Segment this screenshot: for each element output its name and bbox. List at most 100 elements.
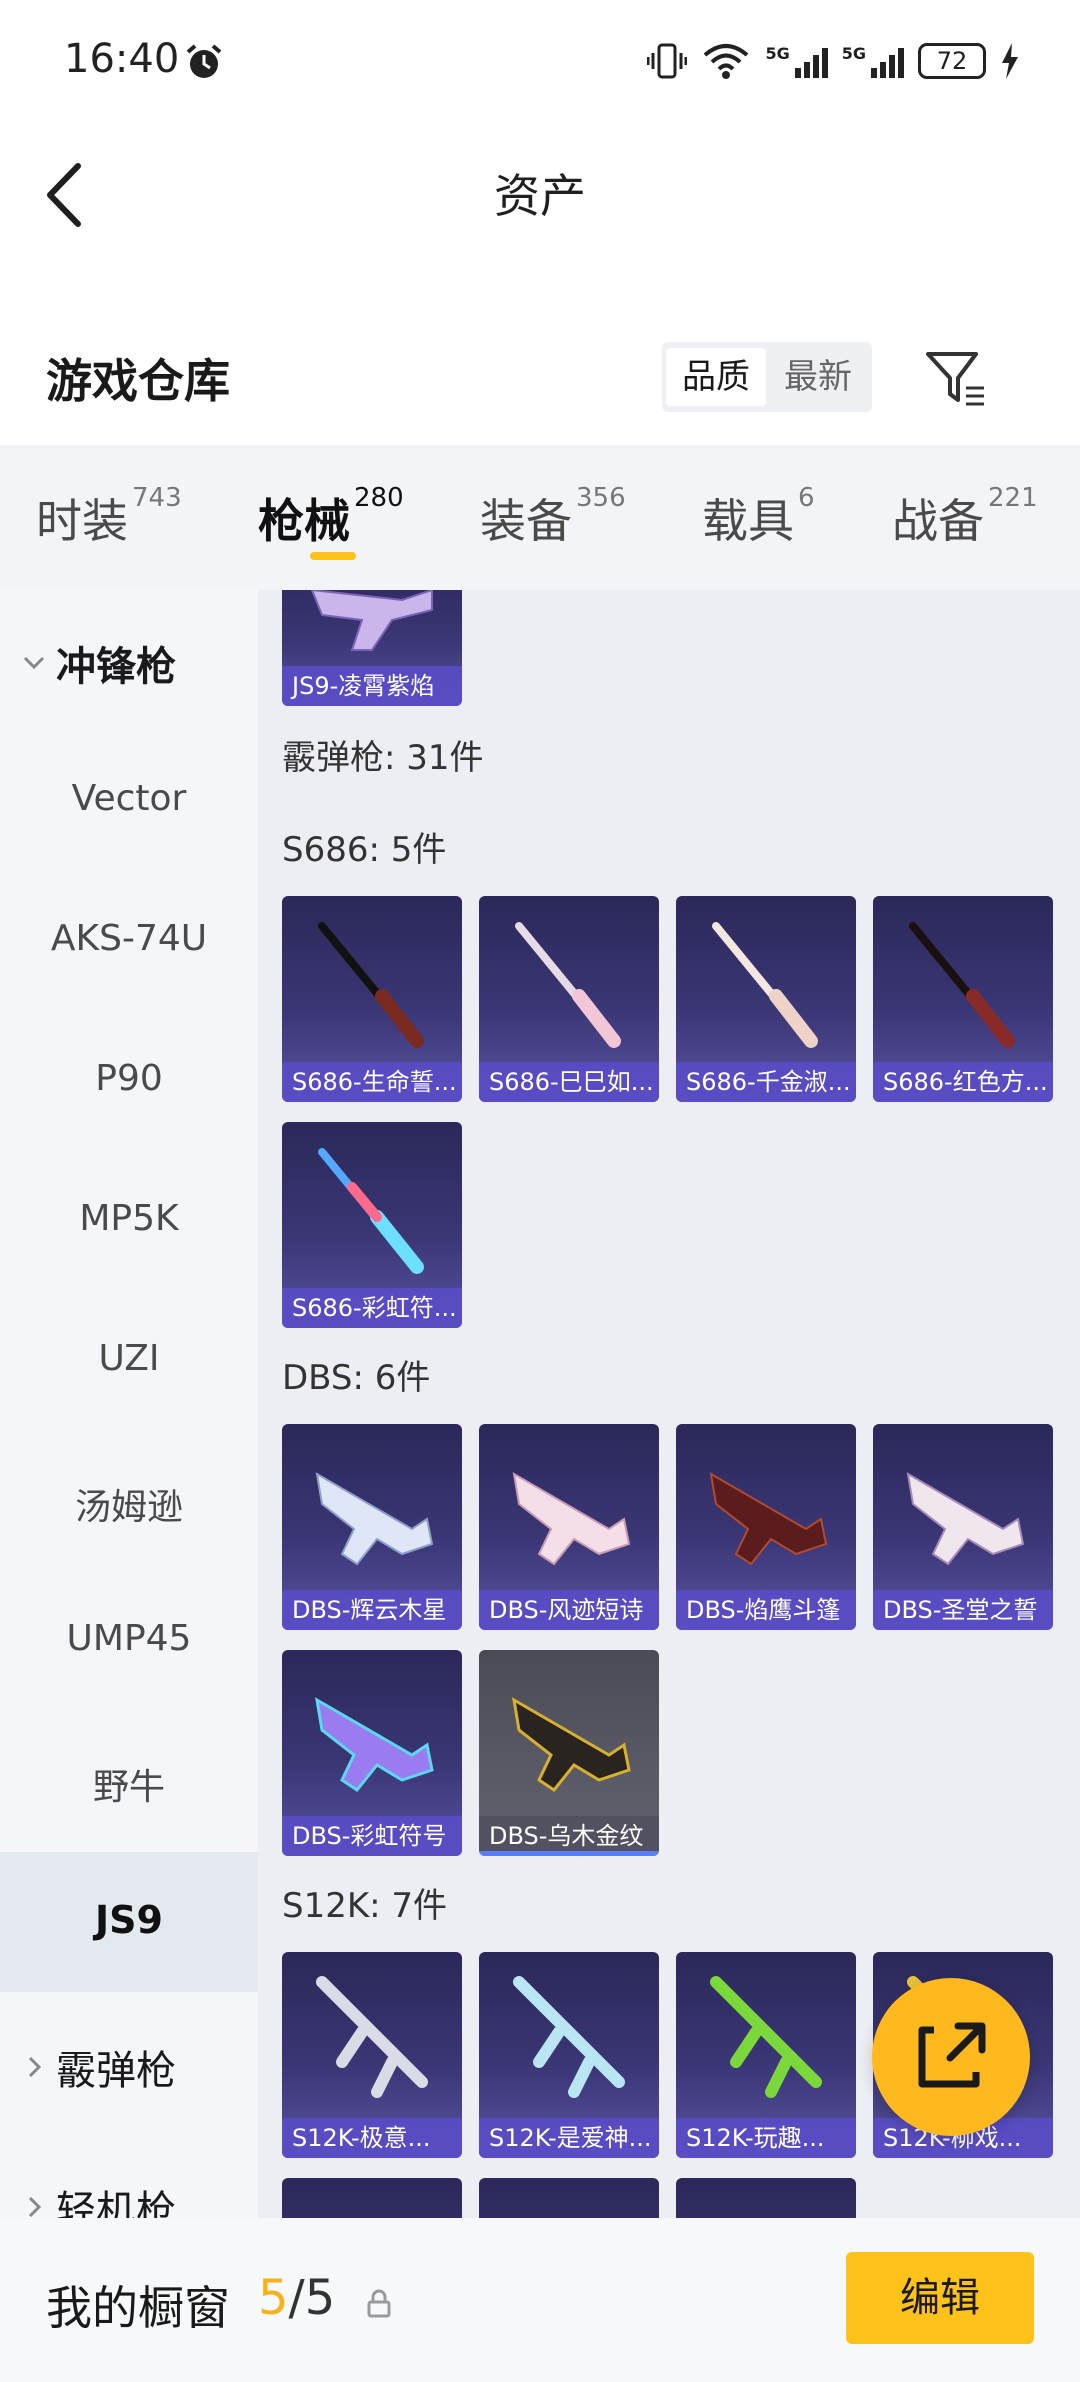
sidebar-item-bizon[interactable]: 野牛: [0, 1758, 258, 1810]
sidebar-item-aks74u[interactable]: AKS-74U: [0, 918, 258, 959]
skin-card[interactable]: DBS-乌木金纹: [479, 1650, 659, 1856]
sort-newest-option[interactable]: 最新: [768, 348, 868, 406]
skin-card[interactable]: S686-彩虹符...: [282, 1122, 462, 1328]
tab-count: 280: [354, 483, 404, 513]
gun-skin-image: [513, 1976, 625, 2098]
tab-count: 356: [576, 483, 626, 513]
gun-skin-image: [316, 1976, 428, 2098]
tab-equipment[interactable]: 装备 356: [480, 483, 626, 551]
skin-card[interactable]: DBS-焰鹰斗篷: [676, 1424, 856, 1630]
skin-card-label: JS9-凌霄紫焰: [282, 666, 462, 706]
skin-card[interactable]: S686-生命誓...: [282, 896, 462, 1102]
sidebar-group-label: 霰弹枪: [56, 2048, 176, 2094]
sidebar-group-label: 轻机枪: [56, 2188, 176, 2218]
skin-card-label: DBS-彩虹符号: [282, 1816, 462, 1856]
sidebar-item-ump45[interactable]: UMP45: [0, 1618, 258, 1659]
category-tabs: 时装 743 枪械 280 装备 356 载具 6 战备 221: [0, 445, 1080, 590]
sort-quality-option[interactable]: 品质: [666, 348, 766, 406]
app-screen: 16:40 5G 5G 72 资产 游戏仓库 品质 最新 时装 743 枪械 2…: [0, 0, 1080, 2382]
sidebar-item-js9[interactable]: JS9: [0, 1898, 258, 1942]
network-type-label: 5G: [841, 44, 866, 63]
active-tab-indicator: [310, 552, 356, 560]
gun-skin-image: [515, 922, 621, 1048]
skin-card-label: DBS-风迹短诗: [479, 1590, 659, 1630]
tab-fashion[interactable]: 时装 743: [36, 483, 182, 551]
gun-skin-image: [318, 922, 424, 1048]
filter-icon[interactable]: [924, 348, 988, 408]
tab-label: 载具: [702, 494, 794, 548]
vibrate-icon: [647, 43, 688, 79]
skin-card[interactable]: S12K-极意...: [282, 1952, 462, 2158]
skin-card[interactable]: JS9-凌霄紫焰: [282, 590, 462, 706]
tab-count: 743: [132, 483, 182, 513]
sidebar-group-smg[interactable]: 冲锋枪: [22, 634, 176, 692]
skin-card-label: DBS-乌木金纹: [479, 1816, 659, 1856]
gun-skin-image: [710, 1976, 822, 2098]
tab-label: 时装: [36, 494, 128, 548]
skin-card[interactable]: S686-红色方...: [873, 896, 1053, 1102]
wifi-icon: [704, 44, 749, 79]
sidebar-item-vector[interactable]: Vector: [0, 778, 258, 819]
alarm-icon: [186, 44, 222, 78]
skin-card[interactable]: DBS-圣堂之誓: [873, 1424, 1053, 1630]
chevron-right-icon: [28, 2056, 42, 2078]
section-title: S686: 5件: [282, 830, 447, 870]
share-fab-button[interactable]: [872, 1978, 1030, 2136]
sidebar-item-mp5k[interactable]: MP5K: [0, 1198, 258, 1239]
share-external-icon: [918, 2022, 986, 2088]
warehouse-title: 游戏仓库: [46, 354, 230, 408]
tab-count: 221: [988, 483, 1038, 513]
tab-combat-gear[interactable]: 战备 221: [892, 483, 1038, 551]
gun-skin-image: [318, 1148, 424, 1274]
skin-card-label: DBS-圣堂之誓: [873, 1590, 1053, 1630]
skin-card[interactable]: S686-千金淑...: [676, 896, 856, 1102]
sidebar-item-thompson[interactable]: 汤姆逊: [0, 1478, 258, 1530]
tab-label: 装备: [480, 494, 572, 548]
gun-skin-image: [310, 590, 433, 651]
gun-skin-image: [909, 922, 1015, 1048]
status-bar: 16:40 5G 5G 72: [0, 0, 1080, 125]
sidebar-group-shotgun[interactable]: 霰弹枪: [22, 2038, 176, 2096]
skin-card-label: S686-生命誓...: [282, 1062, 462, 1102]
skin-card[interactable]: S12K-是爱神...: [479, 1952, 659, 2158]
sort-toggle: 品质 最新: [662, 342, 872, 412]
charging-icon: [1002, 43, 1018, 79]
tab-firearms[interactable]: 枪械 280: [258, 483, 404, 551]
sidebar-group-lmg[interactable]: 轻机枪: [22, 2178, 176, 2218]
showcase-count: 5/5: [258, 2270, 335, 2326]
sidebar-group-label: 冲锋枪: [56, 644, 176, 690]
tab-count: 6: [798, 483, 815, 513]
skin-card-label: S686-彩虹符...: [282, 1288, 462, 1328]
skin-card-label: S686-红色方...: [873, 1062, 1053, 1102]
skin-card[interactable]: DBS-彩虹符号: [282, 1650, 462, 1856]
skin-card[interactable]: S12K-玩趣...: [676, 1952, 856, 2158]
skin-card-label: DBS-焰鹰斗篷: [676, 1590, 856, 1630]
section-title: DBS: 6件: [282, 1358, 431, 1398]
gun-skin-image: [709, 1472, 828, 1566]
gun-skin-image: [511, 1697, 631, 1793]
weapon-type-sidebar: 冲锋枪 Vector AKS-74U P90 MP5K UZI 汤姆逊 UMP4…: [0, 590, 258, 2218]
skin-card[interactable]: [676, 2178, 856, 2218]
sidebar-item-uzi[interactable]: UZI: [0, 1338, 258, 1379]
weapon-skin-grid: JS9-凌霄紫焰 霰弹枪: 31件 S686: 5件 S686-生命誓... S…: [258, 590, 1080, 2218]
skin-card[interactable]: DBS-辉云木星: [282, 1424, 462, 1630]
skin-card[interactable]: S686-巳巳如...: [479, 896, 659, 1102]
skin-card-label: S12K-玩趣...: [676, 2118, 856, 2158]
showcase-bar: 我的橱窗 5/5 编辑: [0, 2218, 1080, 2382]
gun-skin-image: [314, 1697, 434, 1793]
edit-button[interactable]: 编辑: [846, 2252, 1034, 2344]
sidebar-item-p90[interactable]: P90: [0, 1058, 258, 1099]
network-type-label: 5G: [765, 44, 790, 63]
skin-card[interactable]: [479, 2178, 659, 2218]
skin-card[interactable]: DBS-风迹短诗: [479, 1424, 659, 1630]
showcase-separator: /: [288, 2270, 305, 2326]
battery-indicator: 72: [918, 43, 986, 79]
lock-icon: [367, 2289, 391, 2318]
skin-card[interactable]: [282, 2178, 462, 2218]
gun-skin-image: [315, 1472, 434, 1566]
chevron-right-icon: [28, 2196, 42, 2218]
tab-vehicles[interactable]: 载具 6: [702, 483, 815, 551]
page-title: 资产: [494, 169, 586, 223]
showcase-total: 5: [304, 2270, 336, 2326]
system-icons: 5G 5G 72: [647, 36, 1020, 86]
